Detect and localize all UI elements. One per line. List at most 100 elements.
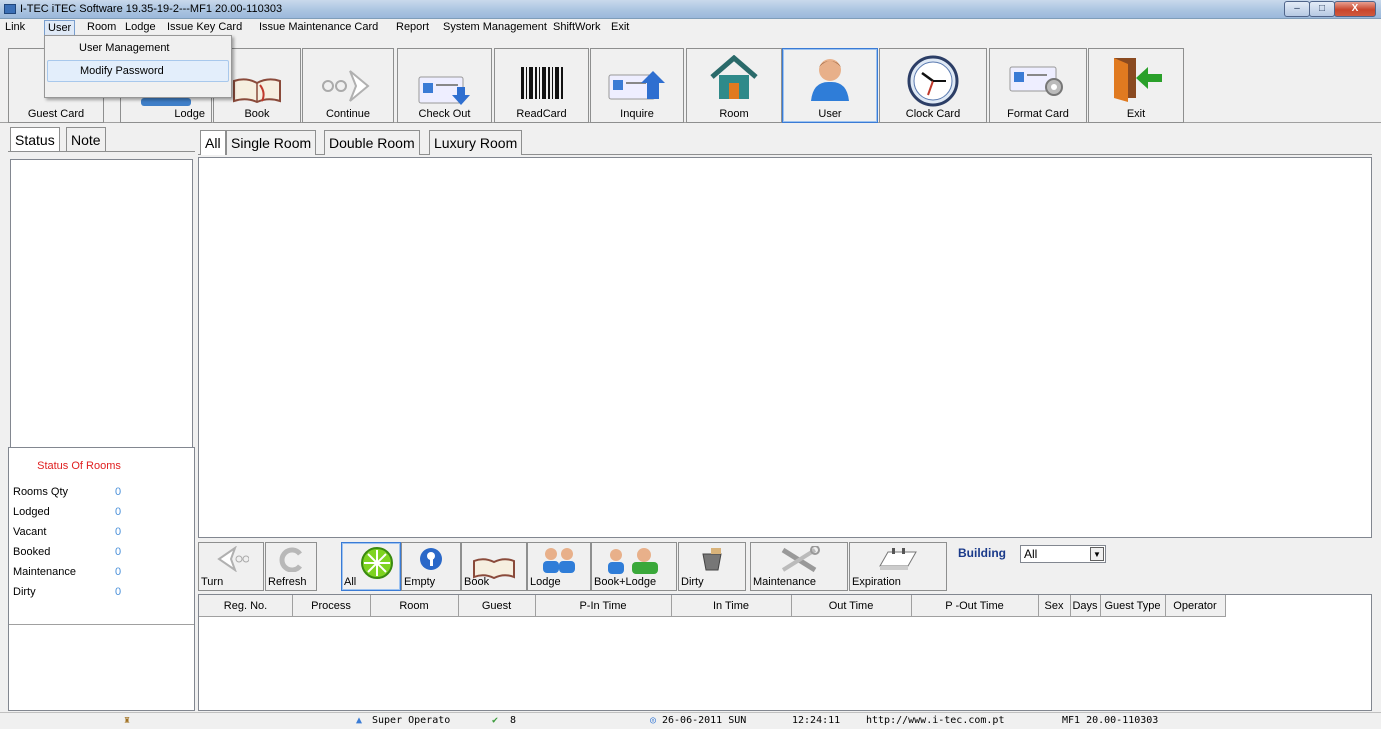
- continue-button[interactable]: Continue: [302, 48, 394, 123]
- building-label: Building: [958, 546, 1006, 560]
- user-management-menu-item[interactable]: User Management: [47, 38, 229, 58]
- menu-report[interactable]: Report: [393, 20, 432, 35]
- tab-luxury-room[interactable]: Luxury Room: [429, 130, 523, 155]
- menu-link[interactable]: Link: [2, 20, 28, 35]
- room-button[interactable]: Room: [686, 48, 782, 123]
- filter-maintenance-button[interactable]: Maintenance: [750, 542, 848, 591]
- table-header: Reg. No. Process Room Guest P-In Time In…: [199, 595, 1226, 617]
- filter-book-button[interactable]: Book: [461, 542, 527, 591]
- guest-table[interactable]: Reg. No. Process Room Guest P-In Time In…: [198, 594, 1372, 711]
- tab-status[interactable]: Status: [10, 127, 60, 152]
- column-header-days[interactable]: Days: [1070, 595, 1101, 617]
- turn-button[interactable]: Turn: [198, 542, 264, 591]
- turn-label: Turn: [201, 576, 224, 588]
- column-header-out-time[interactable]: Out Time: [791, 595, 912, 617]
- inquire-button[interactable]: Inquire: [590, 48, 684, 123]
- minimize-button[interactable]: –: [1284, 1, 1310, 17]
- column-header-sex[interactable]: Sex: [1038, 595, 1071, 617]
- check-out-button[interactable]: Check Out: [397, 48, 492, 123]
- room-grid-area[interactable]: [198, 157, 1372, 538]
- network-icon: ◎: [650, 715, 657, 726]
- status-version: MF1 20.00-110303: [1062, 715, 1159, 726]
- key-icon: [418, 546, 444, 575]
- column-header-p-in-time[interactable]: P-In Time: [535, 595, 672, 617]
- column-header-operator[interactable]: Operator: [1165, 595, 1226, 617]
- menu-room[interactable]: Room: [84, 20, 119, 35]
- user-icon: ▲: [356, 715, 363, 726]
- status-list[interactable]: [10, 159, 193, 457]
- filter-expiration-button[interactable]: Expiration: [849, 542, 947, 591]
- clock-card-button[interactable]: Clock Card: [879, 48, 987, 123]
- read-card-button[interactable]: ReadCard: [494, 48, 589, 123]
- menu-shiftwork[interactable]: ShiftWork: [550, 20, 603, 35]
- guests-icon: [539, 546, 579, 579]
- column-header-reg-no[interactable]: Reg. No.: [199, 595, 293, 617]
- user-dropdown-menu: User Management Modify Password: [44, 35, 232, 98]
- filter-book-lodge-button[interactable]: Book+Lodge: [591, 542, 677, 591]
- menu-issue-maintenance-card[interactable]: Issue Maintenance Card: [256, 20, 381, 35]
- user-button[interactable]: User: [782, 48, 878, 123]
- left-panel: Status Note Status Of Rooms Rooms Qty 0 L…: [8, 127, 195, 711]
- user-label: User: [818, 108, 842, 120]
- status-label: Booked: [13, 546, 51, 558]
- status-of-rooms-title: Status Of Rooms: [37, 460, 121, 472]
- book-label: Book: [244, 108, 270, 120]
- status-date: 26-06-2011 SUN: [662, 715, 747, 726]
- status-of-rooms-panel: Status Of Rooms Rooms Qty 0 Lodged 0 Vacan…: [8, 447, 195, 711]
- refresh-button[interactable]: Refresh: [265, 542, 317, 591]
- title-bar: I-TEC iTEC Software 19.35-19-2---MF1 20.…: [0, 0, 1381, 19]
- building-select[interactable]: All ▼: [1020, 545, 1106, 563]
- filter-all-label: All: [344, 576, 357, 588]
- card-out-icon: [417, 75, 473, 110]
- format-card-button[interactable]: Format Card: [989, 48, 1087, 123]
- room-filter-toolbar: Turn Refresh All Empty Book Lodge Book+L…: [198, 540, 1372, 592]
- back-arrow-icon: [213, 545, 250, 575]
- tab-note[interactable]: Note: [66, 127, 106, 152]
- column-header-process[interactable]: Process: [292, 595, 371, 617]
- status-value: 0: [115, 506, 122, 518]
- house-icon: [708, 54, 760, 104]
- status-user: Super Operato: [372, 715, 451, 726]
- filter-dirty-button[interactable]: Dirty: [678, 542, 746, 591]
- continue-icon: [318, 69, 378, 106]
- column-header-guest[interactable]: Guest: [458, 595, 536, 617]
- tools-icon: [777, 545, 821, 577]
- tab-single-room[interactable]: Single Room: [226, 130, 317, 155]
- column-header-guest-type[interactable]: Guest Type: [1100, 595, 1166, 617]
- menu-exit[interactable]: Exit: [608, 20, 632, 35]
- status-value: 0: [115, 546, 122, 558]
- column-header-room[interactable]: Room: [370, 595, 459, 617]
- user-icon: [807, 55, 853, 104]
- menu-system-management[interactable]: System Management: [440, 20, 550, 35]
- room-type-tabs: All Single Room Double Room Luxury Room: [198, 130, 1372, 155]
- exit-label: Exit: [1126, 108, 1146, 120]
- room-label: Room: [719, 108, 749, 120]
- maximize-button[interactable]: □: [1309, 1, 1335, 17]
- door-exit-icon: [1108, 54, 1164, 105]
- column-header-in-time[interactable]: In Time: [671, 595, 792, 617]
- modify-password-menu-item[interactable]: Modify Password: [47, 60, 229, 82]
- bucket-icon: [697, 546, 727, 575]
- status-value: 0: [115, 566, 122, 578]
- filter-book-label: Book: [464, 576, 490, 588]
- tab-all[interactable]: All: [200, 130, 226, 155]
- menu-issue-key-card[interactable]: Issue Key Card: [164, 20, 245, 35]
- column-header-p-out-time[interactable]: P -Out Time: [911, 595, 1039, 617]
- refresh-icon: [276, 546, 306, 575]
- exit-button[interactable]: Exit: [1088, 48, 1184, 123]
- status-count: 8: [510, 715, 517, 726]
- status-row-vacant: Vacant 0: [9, 526, 189, 544]
- close-button[interactable]: X: [1334, 1, 1376, 17]
- book-icon: [232, 77, 282, 106]
- dropdown-arrow-icon[interactable]: ▼: [1090, 547, 1104, 561]
- filter-maintenance-label: Maintenance: [753, 576, 816, 588]
- filter-lodge-button[interactable]: Lodge: [527, 542, 591, 591]
- filter-all-button[interactable]: All: [341, 542, 401, 591]
- lock-icon: ♜: [124, 715, 131, 726]
- check-out-label: Check Out: [418, 108, 471, 120]
- filter-empty-button[interactable]: Empty: [401, 542, 461, 591]
- status-row-maintenance: Maintenance 0: [9, 566, 189, 584]
- menu-lodge[interactable]: Lodge: [122, 20, 159, 35]
- tab-double-room[interactable]: Double Room: [324, 130, 420, 155]
- status-value: 0: [115, 586, 122, 598]
